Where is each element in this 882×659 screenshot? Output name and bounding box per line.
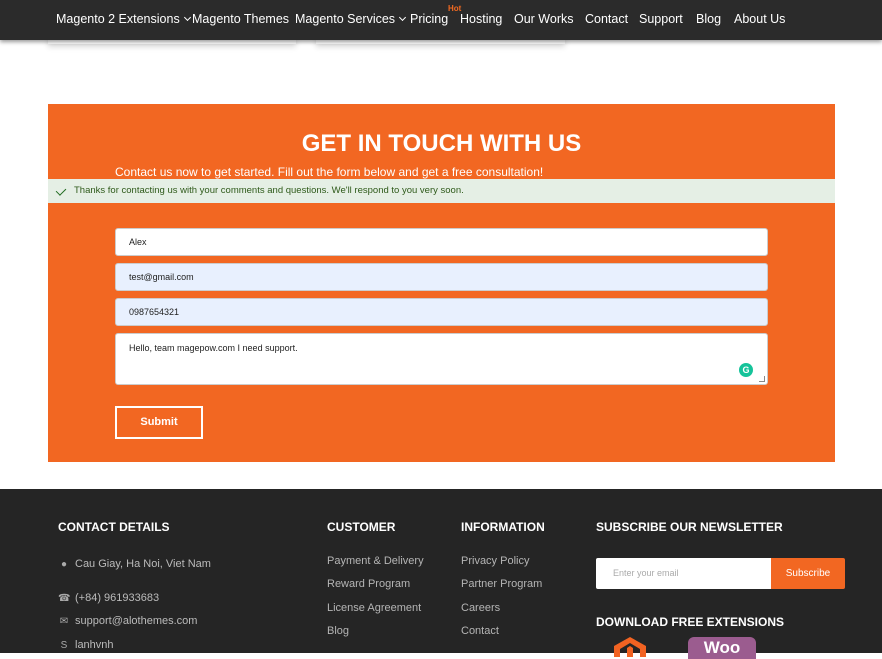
footer-link-careers[interactable]: Careers bbox=[461, 602, 500, 614]
footer-link-license[interactable]: License Agreement bbox=[327, 602, 421, 614]
nav-label: Magento Services bbox=[295, 12, 396, 26]
nav-magento-themes[interactable]: Magento Themes bbox=[192, 12, 289, 26]
contact-subtitle: Contact us now to get started. Fill out … bbox=[115, 165, 544, 179]
contact-section: GET IN TOUCH WITH US Contact us now to g… bbox=[48, 104, 835, 462]
nav-magento-2-extensions[interactable]: Magento 2 Extensions bbox=[56, 12, 191, 26]
phone-text: (+84) 961933683 bbox=[75, 592, 160, 604]
footer-link-payment[interactable]: Payment & Delivery bbox=[327, 555, 424, 567]
skype-icon: S bbox=[60, 640, 68, 651]
nav-about-us[interactable]: About Us bbox=[734, 12, 785, 26]
information-heading: INFORMATION bbox=[461, 520, 545, 534]
footer-link-partner[interactable]: Partner Program bbox=[461, 578, 542, 590]
footer: CONTACT DETAILS ● Cau Giay, Ha Noi, Viet … bbox=[0, 489, 882, 659]
resize-handle-icon[interactable] bbox=[759, 376, 765, 382]
download-heading: DOWNLOAD FREE EXTENSIONS bbox=[596, 615, 785, 629]
nav-blog[interactable]: Blog bbox=[696, 12, 721, 26]
skype-text: lanhvnh bbox=[75, 639, 114, 651]
footer-link-contact[interactable]: Contact bbox=[461, 625, 499, 637]
message-textarea[interactable]: Hello, team magepow.com I need support. … bbox=[115, 333, 768, 385]
footer-link-privacy[interactable]: Privacy Policy bbox=[461, 555, 529, 567]
grammarly-icon[interactable]: G bbox=[739, 363, 753, 377]
email-item[interactable]: ✉ support@alothemes.com bbox=[58, 615, 198, 627]
contact-details-heading: CONTACT DETAILS bbox=[58, 520, 170, 534]
nav-hosting[interactable]: Hosting bbox=[460, 12, 502, 26]
woocommerce-logo-icon[interactable]: Woo bbox=[688, 637, 756, 659]
subscribe-button[interactable]: Subscribe bbox=[771, 558, 845, 589]
footer-link-reward[interactable]: Reward Program bbox=[327, 578, 410, 590]
skype-item[interactable]: Slanhvnh bbox=[58, 639, 114, 651]
success-notice: Thanks for contacting us with your comme… bbox=[48, 179, 835, 203]
nav-magento-services[interactable]: Magento Services bbox=[295, 12, 407, 26]
phone-icon: ☎ bbox=[58, 593, 71, 604]
contact-title: GET IN TOUCH WITH US bbox=[301, 130, 582, 157]
nav-contact[interactable]: Contact bbox=[585, 12, 628, 26]
checkmark-icon bbox=[55, 185, 67, 196]
address-text: Cau Giay, Ha Noi, Viet Nam bbox=[75, 558, 211, 570]
newsletter-heading: SUBSCRIBE OUR NEWSLETTER bbox=[596, 520, 783, 534]
top-navigation: Magento 2 Extensions Magento Themes Mage… bbox=[0, 0, 882, 40]
nav-our-works[interactable]: Our Works bbox=[514, 12, 574, 26]
envelope-icon: ✉ bbox=[59, 616, 69, 627]
nav-pricing[interactable]: Pricing bbox=[410, 12, 448, 26]
name-field[interactable]: Alex bbox=[115, 228, 768, 256]
submit-button[interactable]: Submit bbox=[115, 406, 203, 439]
email-text: support@alothemes.com bbox=[75, 615, 198, 627]
footer-link-blog[interactable]: Blog bbox=[327, 625, 349, 637]
map-pin-icon: ● bbox=[60, 559, 68, 570]
phone-field[interactable]: 0987654321 bbox=[115, 298, 768, 326]
nav-label: Magento 2 Extensions bbox=[56, 12, 180, 26]
magento-logo-icon[interactable] bbox=[612, 635, 648, 657]
email-field[interactable]: test@gmail.com bbox=[115, 263, 768, 291]
phone-item: ☎ (+84) 961933683 bbox=[58, 592, 159, 604]
chevron-down-icon bbox=[183, 13, 191, 22]
chevron-down-icon bbox=[399, 13, 407, 22]
nav-support[interactable]: Support bbox=[639, 12, 683, 26]
success-message: Thanks for contacting us with your comme… bbox=[74, 185, 464, 196]
address-item: ● Cau Giay, Ha Noi, Viet Nam bbox=[58, 558, 211, 570]
customer-heading: CUSTOMER bbox=[327, 520, 396, 534]
newsletter-email-input[interactable]: Enter your email bbox=[596, 558, 771, 589]
message-text: Hello, team magepow.com I need support. bbox=[129, 343, 298, 353]
